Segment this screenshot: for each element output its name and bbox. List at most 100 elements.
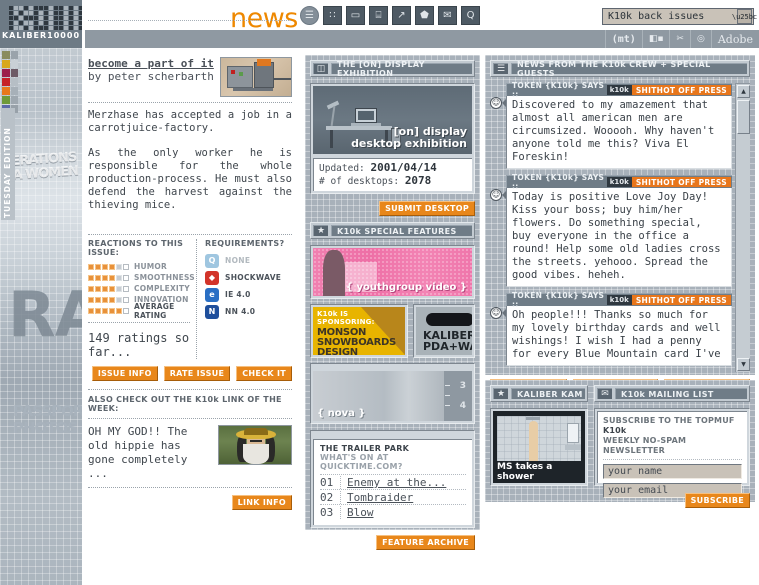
feature-archive-button[interactable]: FEATURE ARCHIVE	[376, 535, 475, 550]
color-swatch-strip	[2, 51, 19, 114]
linkweek-text[interactable]: OH MY GOD!! The old hippie has gone comp…	[88, 425, 210, 481]
monson-banner[interactable]: K10k IS SPONSORING: MONSONSNOWBOARDSDESI…	[313, 307, 405, 355]
issue-info-button[interactable]: ISSUE INFO	[92, 366, 158, 381]
editorial-byline: by peter scherbarth	[88, 70, 214, 84]
quote-icon[interactable]: Q	[461, 6, 480, 25]
quicktime-icon: Q	[205, 254, 219, 268]
rating-blocks	[88, 275, 130, 281]
news-item-header: TOKEN {K10k} SAYS :: k10k SHITHOT OFF PR…	[506, 83, 732, 96]
trailer-row: 02 Tombraider	[320, 489, 466, 504]
ghost-text-passport-photos: PASSPORTPHOTOS	[13, 403, 82, 437]
site-logo[interactable]: KALIBER10000	[0, 0, 82, 48]
news-scroll-area: ☺ TOKEN {K10k} SAYS :: k10k SHITHOT OFF …	[490, 83, 750, 372]
on-display-count-row: # of desktops: 2078	[319, 175, 467, 188]
link-icon[interactable]: ↗	[392, 6, 411, 25]
smiley-icon: ☺	[490, 307, 502, 319]
mailing-list-form: SUBSCRIBE TO THE TOPMUF K10k WEEKLY NO-S…	[597, 411, 747, 483]
news-badge: k10k	[607, 295, 632, 305]
rating-row-average: AVERAGE RATING	[88, 305, 190, 316]
chevron-down-icon[interactable]: \u25bc	[737, 9, 752, 24]
news-scrollbar[interactable]: ▲ ▼	[735, 83, 750, 372]
news-item-header: TOKEN {K10k} SAYS :: k10k SHITHOT OFF PR…	[506, 175, 732, 188]
requirement-row: e IE 4.0	[205, 286, 292, 303]
rating-label: COMPLEXITY	[134, 284, 190, 293]
subscribe-button[interactable]: SUBSCRIBE	[685, 493, 750, 508]
on-display-panel: [on] display desktop exhibition Updated:…	[310, 83, 475, 194]
kaliber-kam-caption: MS takes a shower	[493, 461, 585, 483]
kaliber-kam-image[interactable]: MS takes a shower	[493, 411, 585, 483]
sponsor-icon-2[interactable]: ◧▪	[642, 30, 670, 48]
scroll-up-icon[interactable]: ▲	[737, 85, 750, 98]
back-issues-select[interactable]: K10k back issues \u25bc	[602, 8, 754, 25]
mail-icon[interactable]: ✉	[438, 6, 457, 25]
news-list: ☺ TOKEN {K10k} SAYS :: k10k SHITHOT OFF …	[490, 83, 732, 372]
special-features-bar: ★ K10k SPECIAL FEATURES	[310, 222, 475, 239]
editorial-thumbnail[interactable]	[220, 57, 292, 97]
requirements-panel: REQUIREMENTS? Q NONE ◆ SHOCKWAVE e IE 4.…	[196, 239, 292, 359]
email-field-placeholder: your email	[608, 485, 668, 496]
on-display-image[interactable]: [on] display desktop exhibition	[313, 86, 472, 154]
name-field[interactable]: your name	[603, 464, 742, 479]
news-bar: ☰ NEWS FROM THE K10k CREW + SPECIAL GUES…	[490, 60, 750, 77]
on-display-stats: Updated: 2001/04/14 # of desktops: 2078	[313, 158, 472, 191]
check-it-button[interactable]: CHECK IT	[236, 366, 292, 381]
mailing-list-title: K10k MAILING LIST	[615, 388, 747, 399]
feature-button-row: FEATURE ARCHIVE	[310, 528, 475, 550]
editorial-intro: become a part of it by peter scherbarth	[88, 52, 292, 97]
news-tag: SHITHOT OFF PRESS	[632, 177, 731, 187]
display-icon[interactable]: ⌸	[369, 6, 388, 25]
news-tag: SHITHOT OFF PRESS	[632, 295, 731, 305]
scrollbar-thumb[interactable]	[737, 100, 750, 134]
page-icon[interactable]: ▭	[346, 6, 365, 25]
on-display-title: THE [ON] DISPLAY EXHIBITION	[331, 63, 472, 74]
submit-desktop-button[interactable]: SUBMIT DESKTOP	[379, 201, 475, 216]
menu-icon[interactable]: ☰	[300, 6, 319, 25]
news-item: ☺ TOKEN {K10k} SAYS :: k10k SHITHOT OFF …	[490, 293, 732, 366]
youthgroup-video-caption: { youthgroup video }	[346, 282, 467, 293]
editorial-paragraph-1: Merzhase has accepted a job in a carrotj…	[88, 109, 292, 135]
grid-icon[interactable]: ∷	[323, 6, 342, 25]
editorial-title[interactable]: become a part of it	[88, 57, 214, 70]
page-root: ERATIONSA WOMEN RA PASSPORTPHOTOS TUESDA…	[0, 0, 759, 585]
linkweek-thumbnail[interactable]	[218, 425, 292, 465]
sponsor-bar: (mt) ◧▪ ✂ ◎ Adobe	[85, 30, 759, 48]
trailer-link[interactable]: Tombraider	[340, 491, 413, 504]
trailer-link[interactable]: Enemy at the...	[340, 476, 446, 489]
sponsor-icon-3[interactable]: ✂	[669, 30, 690, 48]
sponsor-adobe[interactable]: Adobe	[711, 30, 759, 48]
special-features-title: K10k SPECIAL FEATURES	[331, 225, 472, 236]
rating-blocks	[88, 297, 130, 303]
edition-label: TUESDAY EDITION	[1, 108, 15, 220]
star-icon: ★	[313, 225, 328, 236]
rating-blocks	[88, 264, 130, 270]
shirt-icon[interactable]: ⬟	[415, 6, 434, 25]
nova-banner[interactable]: 3 4 { nova }	[313, 371, 472, 421]
rating-label: AVERAGE RATING	[134, 302, 190, 320]
pda-wap-banner[interactable]: KALIBERPDA+WAP	[416, 307, 472, 355]
mailing-list-bar: ✉ K10k MAILING LIST	[594, 385, 750, 402]
trailer-park-panel: THE TRAILER PARK WHAT'S ON AT QUICKTIME.…	[310, 430, 475, 528]
news-body: Oh people!!! Thanks so much for my lovel…	[506, 306, 732, 366]
trailer-number: 02	[320, 491, 340, 504]
link-info-button[interactable]: LINK INFO	[232, 495, 292, 510]
ghost-text-ra: RA	[8, 284, 82, 346]
scroll-down-icon[interactable]: ▼	[737, 358, 750, 371]
news-tag: SHITHOT OFF PRESS	[632, 85, 731, 95]
pointer-icon	[502, 309, 506, 317]
rate-issue-button[interactable]: RATE ISSUE	[164, 366, 231, 381]
pda-device-icon	[426, 313, 472, 326]
trailer-link[interactable]: Blow	[340, 506, 374, 519]
sponsor-mediatemple[interactable]: (mt)	[605, 30, 642, 48]
sponsor-icon-4[interactable]: ◎	[690, 30, 711, 48]
issue-meta: REACTIONS TO THIS ISSUE: HUMOR SMOOTHNES…	[88, 235, 292, 359]
monson-sponsor-label: K10k IS SPONSORING:	[313, 307, 405, 326]
kaliber-kam-frame: MS takes a shower	[490, 408, 588, 486]
list-icon: ☰	[493, 63, 508, 74]
on-display-button-row: SUBMIT DESKTOP	[310, 194, 475, 216]
back-issues-label: K10k back issues	[603, 11, 737, 22]
rating-row: HUMOR	[88, 261, 190, 272]
requirement-label: SHOCKWAVE	[225, 273, 281, 282]
mailing-divider	[603, 459, 742, 460]
display-icon: ◫	[313, 63, 328, 74]
youthgroup-video-banner[interactable]: { youthgroup video }	[313, 248, 472, 296]
